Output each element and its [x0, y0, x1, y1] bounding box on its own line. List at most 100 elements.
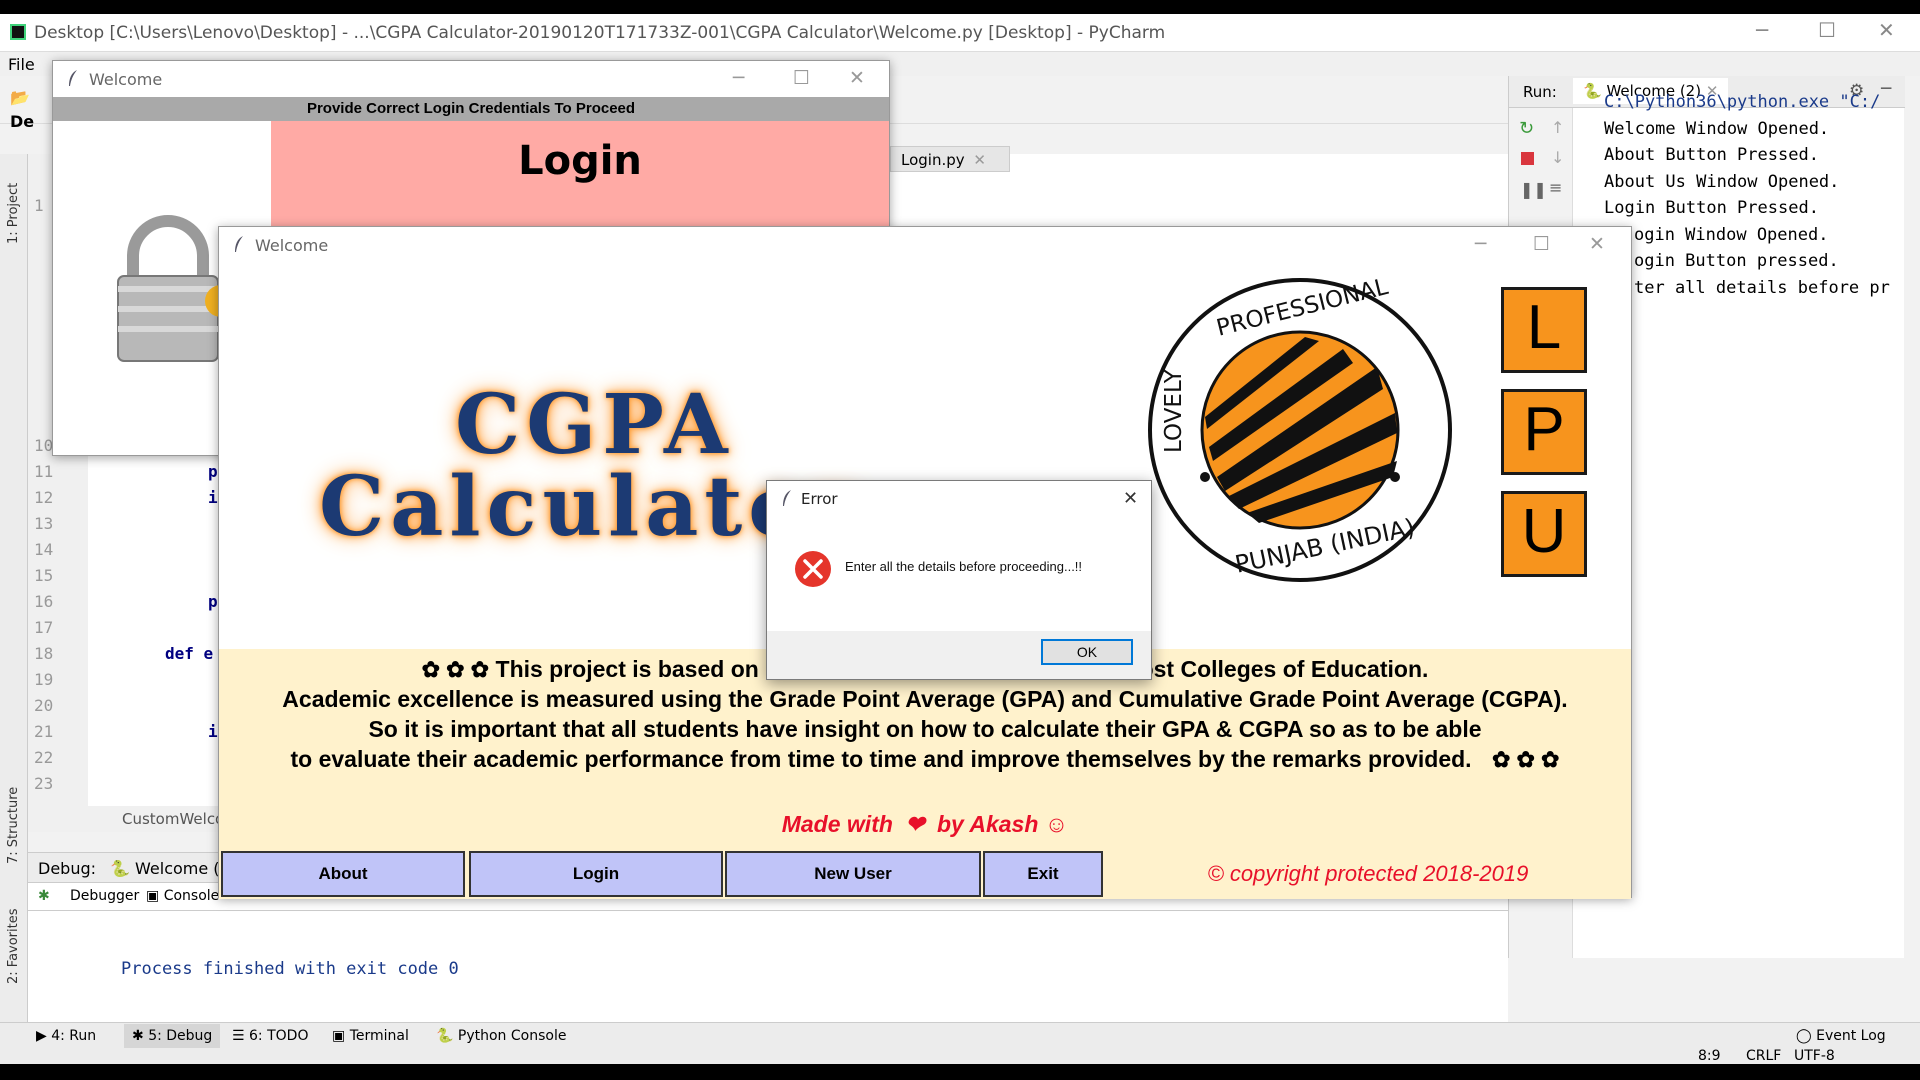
logo-text-right: UNIVERSITY — [1424, 277, 1453, 352]
line-number: 20 — [34, 696, 54, 715]
console-line: About Us Window Opened. — [1604, 171, 1840, 192]
run-label: Run: — [1523, 83, 1557, 101]
code-token: p — [208, 592, 218, 611]
debug-label: Debug: — [38, 859, 97, 878]
line-number: 12 — [34, 488, 54, 507]
maximize-icon[interactable]: ☐ — [1533, 233, 1550, 255]
desktop-screen: Desktop [C:\Users\Lenovo\Desktop] - ...\… — [0, 14, 1920, 1064]
side-tab-project[interactable]: 1: Project — [6, 183, 21, 244]
login-banner-text: Provide Correct Login Credentials To Pro… — [306, 100, 636, 117]
up-arrow-icon[interactable]: ↑ — [1551, 118, 1564, 137]
close-tab-icon[interactable]: ✕ — [973, 151, 986, 169]
open-folder-icon[interactable]: 📂 — [10, 88, 30, 107]
bug-icon[interactable]: ✱ — [38, 888, 50, 904]
login-window-title: Welcome — [89, 70, 163, 89]
close-icon[interactable]: ✕ — [1123, 488, 1138, 509]
breadcrumb-folder: De — [10, 112, 35, 131]
editor-tab-login[interactable]: Login.py ✕ — [890, 146, 1010, 172]
wrap-icon[interactable]: ≡ — [1549, 178, 1562, 197]
login-banner: Provide Correct Login Credentials To Pro… — [53, 97, 889, 121]
login-button[interactable]: Login — [469, 851, 723, 897]
line-number: 14 — [34, 540, 54, 559]
heart-icon: ❤ — [905, 811, 925, 837]
info-line-1b: ost Colleges of Education. — [1139, 656, 1429, 682]
minimize-icon[interactable]: ─ — [1756, 18, 1768, 42]
debugger-tab[interactable]: Debugger — [70, 888, 139, 904]
line-number: 10 — [34, 436, 54, 455]
error-dialog-titlebar: Error ✕ — [767, 481, 1151, 517]
stop-icon[interactable] — [1521, 152, 1534, 165]
copyright-text: © copyright protected 2018-2019 — [1207, 861, 1529, 886]
close-icon[interactable]: ✕ — [1589, 233, 1605, 255]
made-with-line: Made with ❤ by Akash ☺ — [219, 811, 1631, 838]
close-icon[interactable]: ✕ — [1878, 18, 1895, 42]
console-line: ogin Window Opened. — [1634, 224, 1829, 245]
console-line: ogin Button pressed. — [1634, 251, 1839, 271]
exit-button[interactable]: Exit — [983, 851, 1103, 897]
bottom-tab-todo[interactable]: ☰ 6: TODO — [232, 1028, 308, 1044]
line-number: 1 — [34, 196, 44, 215]
minimize-icon[interactable]: ─ — [733, 67, 744, 89]
pause-icon[interactable]: ❚❚ — [1520, 180, 1547, 199]
code-token: p — [208, 462, 218, 481]
minimize-icon[interactable]: ─ — [1475, 233, 1486, 255]
side-tab-favorites[interactable]: 2: Favorites — [6, 908, 21, 984]
padlock-icon — [117, 215, 233, 362]
university-logo: PROFESSIONAL LOVELY UNIVERSITY PUNJAB (I… — [1148, 277, 1453, 582]
by-author-text: by Akash — [936, 811, 1039, 837]
new-user-button[interactable]: New User — [725, 851, 981, 897]
left-tool-strip: 1: Project 7: Structure 2: Favorites — [0, 154, 28, 1034]
code-token: i — [208, 722, 218, 741]
error-message: Enter all the details before proceeding.… — [845, 559, 1083, 574]
login-window-titlebar: Welcome ─ ☐ ✕ — [53, 61, 889, 97]
line-number: 13 — [34, 514, 54, 533]
flower-icon: ✿ ✿ ✿ — [1491, 747, 1560, 772]
side-tab-structure[interactable]: 7: Structure — [6, 787, 21, 864]
lpu-letter-l: L — [1501, 287, 1587, 373]
bottom-tab-terminal[interactable]: ▣ Terminal — [332, 1028, 409, 1044]
line-number: 11 — [34, 462, 54, 481]
made-with-text: Made with — [781, 811, 893, 837]
line-number: 17 — [34, 618, 54, 637]
editor-tab-label: Login.py — [901, 151, 965, 169]
file-encoding[interactable]: UTF-8 — [1794, 1048, 1835, 1064]
cursor-position[interactable]: 8:9 — [1698, 1048, 1721, 1064]
login-heading-panel: Login — [271, 121, 889, 231]
event-log[interactable]: ◯ Event Log — [1796, 1028, 1886, 1044]
line-number: 22 — [34, 748, 54, 767]
maximize-icon[interactable]: ☐ — [1818, 18, 1836, 42]
bottom-tab-python-console[interactable]: 🐍 Python Console — [436, 1028, 566, 1044]
code-def: def e — [165, 644, 214, 663]
menu-file[interactable]: File — [8, 55, 35, 74]
debug-tab-label: Welcome (2 — [135, 859, 230, 878]
feather-icon — [69, 70, 77, 86]
info-line-3: So it is important that all students hav… — [368, 716, 1482, 742]
console-line: C:\Python36\python.exe "C:/ — [1604, 92, 1881, 112]
info-panel: ✿ ✿ ✿ This project is based on ost Colle… — [219, 649, 1631, 899]
bottom-tab-label: 5: Debug — [148, 1028, 213, 1044]
lpu-letter-u: U — [1501, 491, 1587, 577]
ide-window-title: Desktop [C:\Users\Lenovo\Desktop] - ...\… — [34, 23, 1166, 43]
console-tab[interactable]: ▣ Console — [146, 888, 219, 904]
run-output: C:\Python36\python.exe "C:/ Welcome Wind… — [1604, 89, 1904, 301]
line-separator[interactable]: CRLF — [1746, 1048, 1781, 1064]
about-button[interactable]: About — [221, 851, 465, 897]
bottom-tab-run[interactable]: ▶ 4: Run — [36, 1028, 96, 1044]
close-icon[interactable]: ✕ — [849, 67, 865, 89]
ok-button[interactable]: OK — [1041, 639, 1133, 665]
debug-tab[interactable]: 🐍 Welcome (2 — [110, 859, 230, 878]
maximize-icon[interactable]: ☐ — [793, 67, 810, 89]
down-arrow-icon[interactable]: ↓ — [1551, 148, 1564, 167]
editor-breadcrumb: CustomWelco — [28, 806, 228, 832]
flower-icon: ✿ ✿ ✿ — [421, 657, 490, 682]
feather-icon — [235, 236, 243, 252]
login-heading: Login — [518, 138, 642, 184]
error-dialog: Error ✕ Enter all the details before pro… — [766, 480, 1152, 680]
bottom-tab-label: Terminal — [349, 1028, 409, 1044]
bottom-tool-tabs: ▶ 4: Run ✱ 5: Debug ☰ 6: TODO ▣ Terminal… — [0, 1022, 1920, 1048]
bottom-tab-debug[interactable]: ✱ 5: Debug — [124, 1024, 221, 1048]
rerun-icon[interactable]: ↻ — [1519, 118, 1534, 139]
info-line-1a: This project is based on — [495, 656, 759, 682]
info-line-4-text: to evaluate their academic performance f… — [290, 746, 1472, 772]
error-dialog-title: Error — [801, 490, 838, 508]
